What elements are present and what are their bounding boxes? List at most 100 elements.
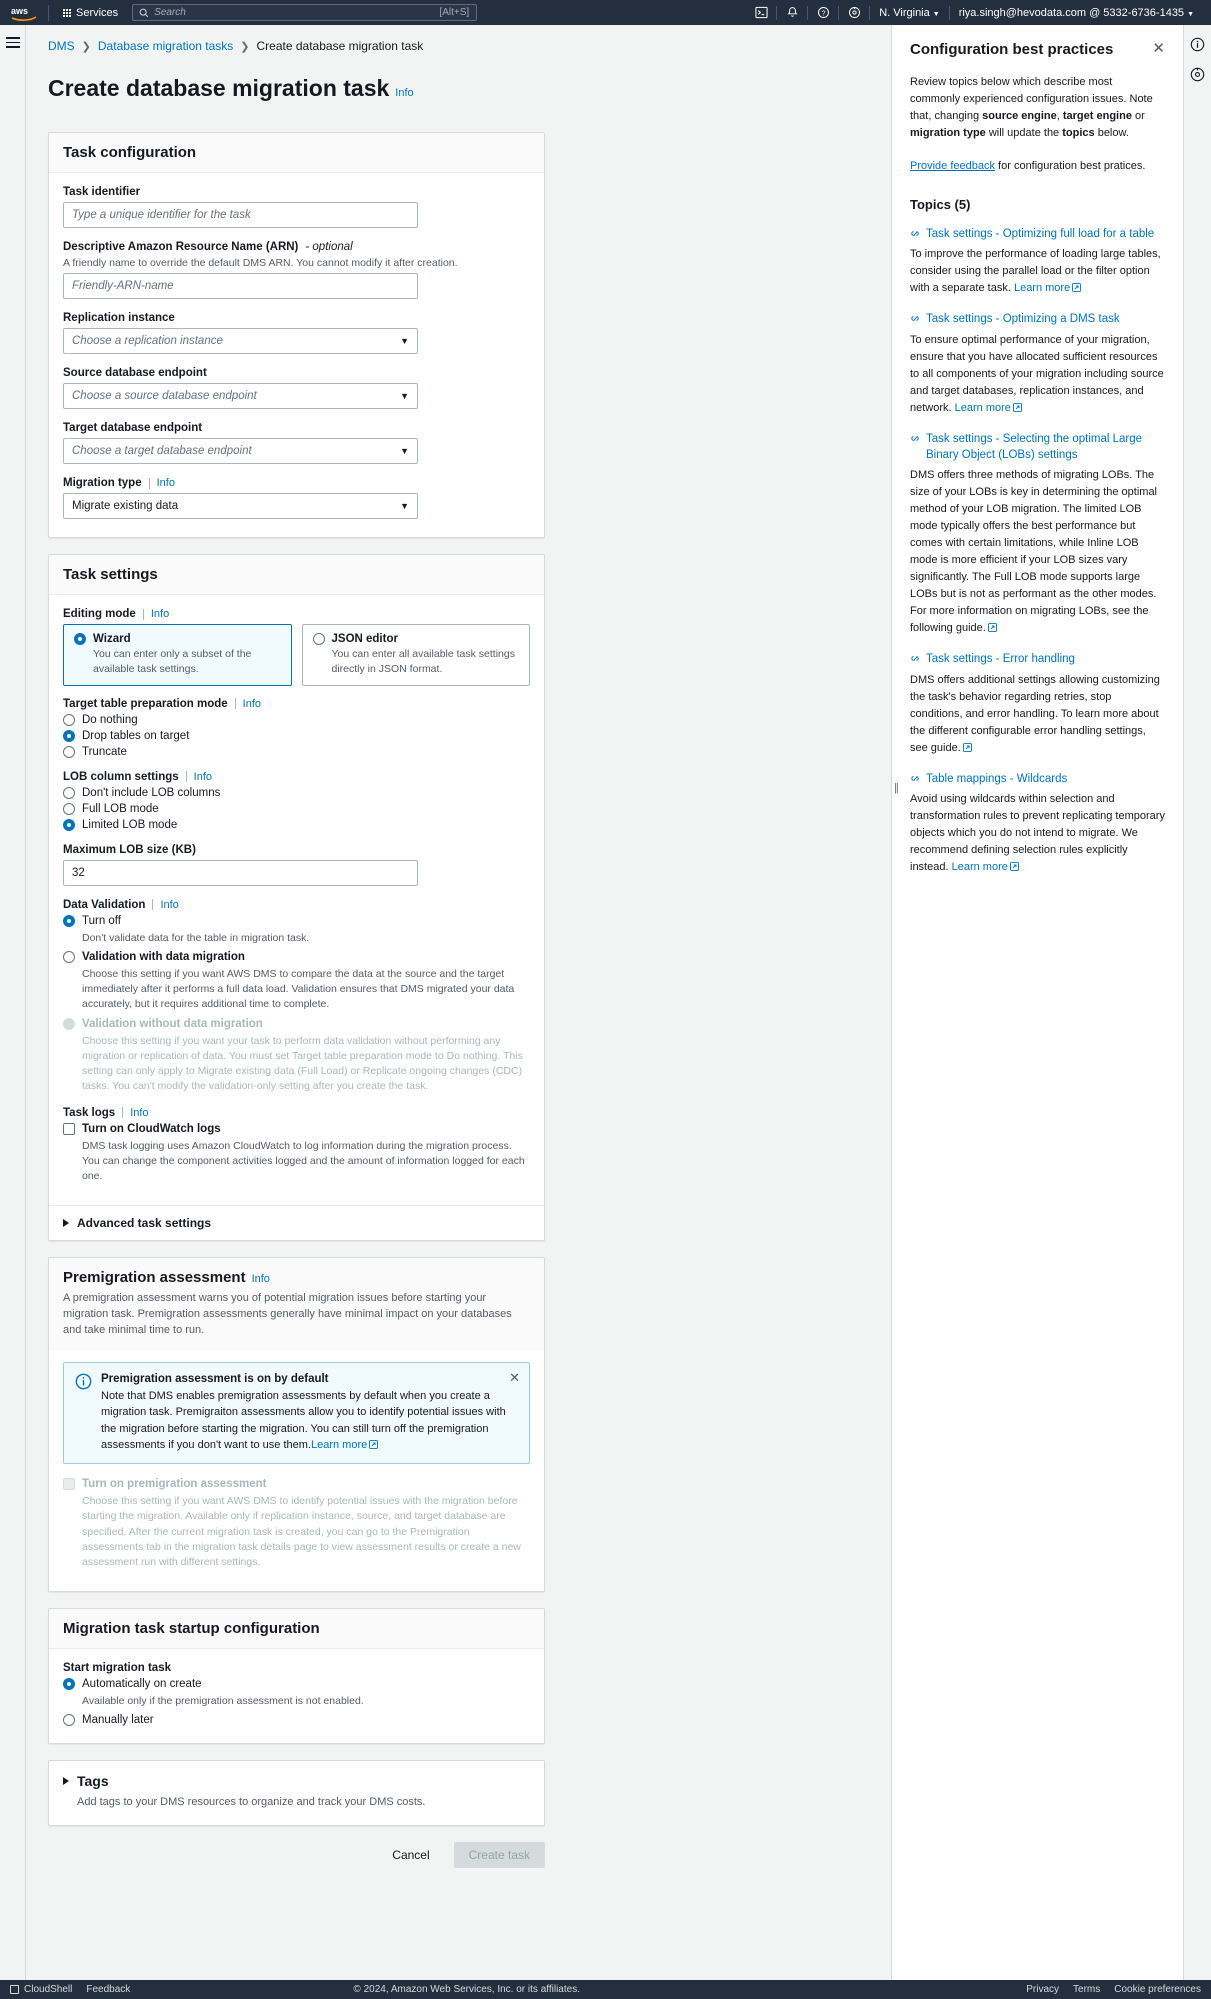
premigration-info-link[interactable]: Info xyxy=(252,1273,270,1285)
form-action-bar: Cancel Create task xyxy=(48,1842,545,1869)
radio-truncate[interactable]: Truncate xyxy=(63,745,530,759)
radio-limited-lob-mode[interactable]: Limited LOB mode xyxy=(63,818,530,832)
data-validation-info-link[interactable]: Info xyxy=(160,899,178,911)
provide-feedback-link[interactable]: Provide feedback xyxy=(910,160,995,172)
page-body: DMS ❯ Database migration tasks ❯ Create … xyxy=(0,25,1211,1980)
breadcrumb-item-dms[interactable]: DMS xyxy=(48,39,75,53)
tags-panel: Tags Add tags to your DMS resources to o… xyxy=(48,1760,545,1827)
services-menu-button[interactable]: Services xyxy=(57,4,124,22)
radio-icon xyxy=(63,914,75,927)
topic-title-link[interactable]: Table mappings - Wildcards xyxy=(910,771,1165,787)
editing-mode-info-link[interactable]: Info xyxy=(151,608,169,620)
radio-icon xyxy=(312,633,325,645)
cloudshell-icon[interactable] xyxy=(746,0,776,25)
region-selector[interactable]: N. Virginia ▼ xyxy=(870,7,948,19)
label-divider xyxy=(152,899,154,911)
feedback-link[interactable]: Feedback xyxy=(86,1984,130,1995)
cloudshell-button[interactable]: CloudShell xyxy=(10,1984,72,1995)
aws-logo[interactable]: aws xyxy=(8,5,40,21)
hamburger-menu-icon[interactable] xyxy=(5,37,20,51)
data-validation-group: Data Validation Info Turn off Don't vali… xyxy=(63,899,530,1095)
checkbox-description: Choose this setting if you want AWS DMS … xyxy=(82,1495,521,1568)
tags-expander[interactable]: Tags xyxy=(63,1773,530,1789)
info-panel-icon[interactable] xyxy=(1189,35,1207,53)
main-content: DMS ❯ Database migration tasks ❯ Create … xyxy=(26,25,631,1980)
alert-close-icon[interactable]: ✕ xyxy=(509,1371,520,1384)
label-divider xyxy=(122,1107,124,1119)
breadcrumb-item-database-migration-tasks[interactable]: Database migration tasks xyxy=(98,39,233,53)
radio-drop-tables-on-target[interactable]: Drop tables on target xyxy=(63,729,530,743)
source-endpoint-field: Source database endpoint Choose a source… xyxy=(63,367,530,409)
target-table-prep-info-link[interactable]: Info xyxy=(243,698,261,710)
topic-title-link[interactable]: Task settings - Optimizing full load for… xyxy=(910,226,1165,242)
topic-learn-more-link[interactable]: Learn more xyxy=(1014,282,1070,294)
radio-automatically-on-create[interactable]: Automatically on create xyxy=(63,1678,530,1691)
topic-title-link[interactable]: Task settings - Optimizing a DMS task xyxy=(910,311,1165,327)
radio-full-lob-mode[interactable]: Full LOB mode xyxy=(63,802,530,816)
migration-type-info-link[interactable]: Info xyxy=(157,477,175,489)
cancel-button[interactable]: Cancel xyxy=(382,1843,439,1867)
editing-mode-option-wizard[interactable]: Wizard You can enter only a subset of th… xyxy=(63,624,292,686)
chevron-down-icon: ▼ xyxy=(400,336,409,346)
page-title-row: Create database migration task Info xyxy=(48,75,631,118)
intro-part: or xyxy=(1131,110,1145,123)
lob-info-link[interactable]: Info xyxy=(194,771,212,783)
migration-type-select[interactable]: Migrate existing data ▼ xyxy=(63,493,418,519)
select-placeholder: Choose a target database endpoint xyxy=(72,445,252,457)
help-panel-close-icon[interactable]: ✕ xyxy=(1152,41,1165,56)
checkbox-description: DMS task logging uses Amazon CloudWatch … xyxy=(82,1139,525,1182)
help-topic-5: Table mappings - Wildcards Avoid using w… xyxy=(910,771,1165,876)
arn-input[interactable] xyxy=(63,273,418,299)
source-endpoint-select[interactable]: Choose a source database endpoint ▼ xyxy=(63,383,418,409)
panel-resize-handle[interactable]: || xyxy=(894,782,899,794)
privacy-link[interactable]: Privacy xyxy=(1026,1984,1059,1995)
source-endpoint-label: Source database endpoint xyxy=(63,367,530,379)
replication-instance-label: Replication instance xyxy=(63,312,530,324)
label-text: Source database endpoint xyxy=(63,367,207,379)
global-search-input[interactable]: Search [Alt+S] xyxy=(132,4,478,21)
radio-icon xyxy=(63,818,75,831)
target-endpoint-select[interactable]: Choose a target database endpoint ▼ xyxy=(63,438,418,464)
editing-mode-option-json-editor[interactable]: JSON editor You can enter all available … xyxy=(301,624,530,686)
terms-link[interactable]: Terms xyxy=(1073,1984,1100,1995)
radio-label: Don't include LOB columns xyxy=(82,786,221,799)
topic-learn-more-link[interactable]: Learn more xyxy=(955,402,1011,414)
topic-title-link[interactable]: Task settings - Selecting the optimal La… xyxy=(910,431,1165,463)
task-logs-info-link[interactable]: Info xyxy=(130,1107,148,1119)
help-circle-icon[interactable]: ? xyxy=(808,0,838,25)
account-menu[interactable]: riya.singh@hevodata.com @ 5332-6736-1435… xyxy=(950,7,1203,19)
left-navigation-rail xyxy=(0,25,26,1980)
tile-description: You can enter all available task setting… xyxy=(331,648,515,675)
radio-manually-later[interactable]: Manually later xyxy=(63,1714,530,1727)
task-identifier-field: Task identifier xyxy=(63,186,530,228)
cookie-preferences-link[interactable]: Cookie preferences xyxy=(1114,1984,1201,1995)
help-topic-4: Task settings - Error handling DMS offer… xyxy=(910,651,1165,756)
radio-turn-off[interactable]: Turn off xyxy=(63,914,530,928)
external-link-icon xyxy=(1009,862,1019,871)
alert-learn-more-link[interactable]: Learn more xyxy=(311,1439,367,1451)
radio-label: Truncate xyxy=(82,745,127,758)
settings-panel-icon[interactable] xyxy=(1189,65,1207,83)
settings-gear-icon[interactable] xyxy=(839,0,869,25)
topic-title-link[interactable]: Task settings - Error handling xyxy=(910,651,1165,667)
topic-learn-more-link[interactable]: Learn more xyxy=(952,861,1008,873)
create-task-button[interactable]: Create task xyxy=(453,1842,545,1869)
tile-label: JSON editor xyxy=(331,633,398,645)
topic-body: Avoid using wildcards within selection a… xyxy=(910,791,1165,876)
tags-body: Tags Add tags to your DMS resources to o… xyxy=(49,1761,544,1825)
task-identifier-input[interactable] xyxy=(63,202,418,228)
bell-icon[interactable] xyxy=(777,0,807,25)
page-info-link[interactable]: Info xyxy=(395,87,413,99)
help-panel-wrapper: Configuration best practices ✕ Review to… xyxy=(891,25,1211,1980)
topics-heading: Topics (5) xyxy=(910,197,971,213)
max-lob-size-label: Maximum LOB size (KB) xyxy=(63,844,530,856)
advanced-task-settings-expander[interactable]: Advanced task settings xyxy=(49,1205,544,1240)
radio-do-nothing[interactable]: Do nothing xyxy=(63,713,530,727)
checkbox-turn-on-cloudwatch-logs[interactable]: Turn on CloudWatch logs xyxy=(63,1122,530,1136)
nav-divider xyxy=(48,4,49,21)
radio-validation-with-data-migration[interactable]: Validation with data migration xyxy=(63,951,530,964)
topic-body: To improve the performance of loading la… xyxy=(910,246,1165,297)
max-lob-size-input[interactable] xyxy=(63,859,418,886)
replication-instance-select[interactable]: Choose a replication instance ▼ xyxy=(63,328,418,354)
radio-dont-include-lob-columns[interactable]: Don't include LOB columns xyxy=(63,786,530,800)
